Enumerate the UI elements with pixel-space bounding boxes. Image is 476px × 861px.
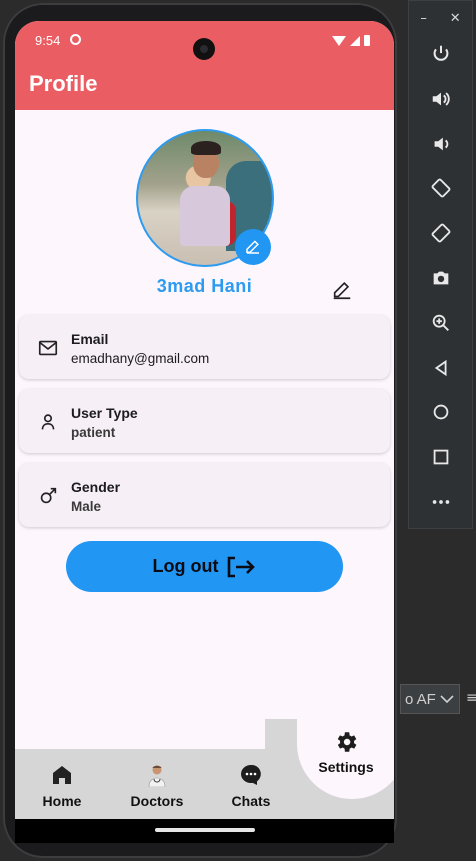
logout-button[interactable]: Log out bbox=[66, 541, 343, 592]
home-icon bbox=[53, 766, 71, 784]
doctor-icon bbox=[148, 765, 166, 787]
volume-up-button[interactable] bbox=[428, 86, 454, 112]
overview-button[interactable] bbox=[428, 444, 454, 470]
device-dropdown-text: o AF bbox=[405, 690, 436, 708]
camera-icon bbox=[433, 271, 449, 285]
status-bar: 9:54 bbox=[15, 31, 394, 60]
more-icon bbox=[432, 500, 450, 504]
minimize-icon[interactable]: – bbox=[420, 11, 427, 26]
status-time: 9:54 bbox=[35, 33, 61, 48]
device-frame: 9:54 Profile 3mad Hani Email emadhany@gm… bbox=[3, 3, 397, 858]
notification-icon bbox=[70, 34, 81, 45]
volume-down-icon bbox=[434, 137, 449, 151]
nav-doctors[interactable]: Doctors bbox=[117, 763, 197, 809]
nav-home-label: Home bbox=[42, 793, 82, 809]
edit-avatar-button[interactable] bbox=[235, 229, 271, 265]
front-camera bbox=[193, 38, 215, 60]
zoom-button[interactable] bbox=[428, 310, 454, 336]
rotate-left-button[interactable] bbox=[428, 175, 454, 201]
home-circle-icon bbox=[433, 404, 449, 420]
user-type-card: User Type patient bbox=[19, 389, 390, 453]
gear-icon bbox=[337, 732, 357, 752]
email-label: Email bbox=[71, 331, 109, 347]
avatar-photo-hair bbox=[191, 141, 221, 155]
logout-label: Log out bbox=[152, 556, 219, 576]
emulator-window-controls: – ✕ bbox=[409, 11, 472, 26]
email-value: emadhany@gmail.com bbox=[71, 351, 210, 366]
emulator-toolbar: – ✕ bbox=[408, 0, 473, 529]
back-icon bbox=[434, 359, 447, 377]
power-button[interactable] bbox=[428, 41, 454, 67]
rotate-left-icon bbox=[431, 178, 451, 198]
home-gesture-handle[interactable] bbox=[155, 828, 255, 832]
nav-settings-label: Settings bbox=[318, 759, 374, 775]
volume-up-icon bbox=[432, 92, 450, 106]
edit-name-icon[interactable] bbox=[331, 279, 353, 301]
power-icon bbox=[433, 45, 449, 61]
gender-value: Male bbox=[71, 499, 102, 514]
menu-icon[interactable]: ≡ bbox=[466, 690, 476, 706]
app-screen: 9:54 Profile 3mad Hani Email emadhany@gm… bbox=[15, 21, 394, 843]
user-type-value: patient bbox=[71, 425, 116, 440]
volume-down-button[interactable] bbox=[428, 131, 454, 157]
user-type-label: User Type bbox=[71, 405, 138, 421]
home-button[interactable] bbox=[428, 399, 454, 425]
nav-chats-label: Chats bbox=[231, 793, 271, 809]
more-button[interactable] bbox=[428, 489, 454, 515]
back-button[interactable] bbox=[428, 355, 454, 381]
battery-icon bbox=[364, 35, 370, 46]
rotate-right-icon bbox=[431, 223, 451, 243]
logout-icon bbox=[228, 556, 256, 577]
overview-icon bbox=[433, 449, 449, 465]
person-icon bbox=[41, 414, 55, 430]
male-icon bbox=[40, 487, 57, 504]
page-title: Profile bbox=[29, 71, 98, 96]
signal-icon bbox=[350, 35, 360, 46]
nav-doctors-label: Doctors bbox=[130, 793, 184, 809]
chat-icon bbox=[241, 764, 261, 785]
gender-card: Gender Male bbox=[19, 463, 390, 527]
rotate-right-button[interactable] bbox=[428, 220, 454, 246]
system-icons bbox=[332, 35, 370, 46]
pencil-icon bbox=[246, 240, 259, 254]
close-icon[interactable]: ✕ bbox=[450, 11, 461, 26]
avatar-photo-person bbox=[180, 186, 230, 246]
app-bar: 9:54 Profile bbox=[15, 21, 394, 110]
mail-icon bbox=[38, 340, 58, 356]
chevron-down-icon bbox=[440, 695, 454, 704]
gesture-bar bbox=[15, 819, 394, 843]
bottom-navigation: Home Doctors Chats Settings bbox=[15, 719, 394, 819]
nav-chats[interactable]: Chats bbox=[211, 763, 291, 809]
screenshot-button[interactable] bbox=[428, 265, 454, 291]
device-dropdown[interactable]: o AF bbox=[400, 684, 460, 714]
email-card: Email emadhany@gmail.com bbox=[19, 315, 390, 379]
gender-label: Gender bbox=[71, 479, 121, 495]
nav-home[interactable]: Home bbox=[22, 763, 102, 809]
wifi-icon bbox=[332, 35, 346, 46]
nav-settings[interactable]: Settings bbox=[306, 729, 386, 775]
zoom-icon bbox=[432, 314, 449, 331]
